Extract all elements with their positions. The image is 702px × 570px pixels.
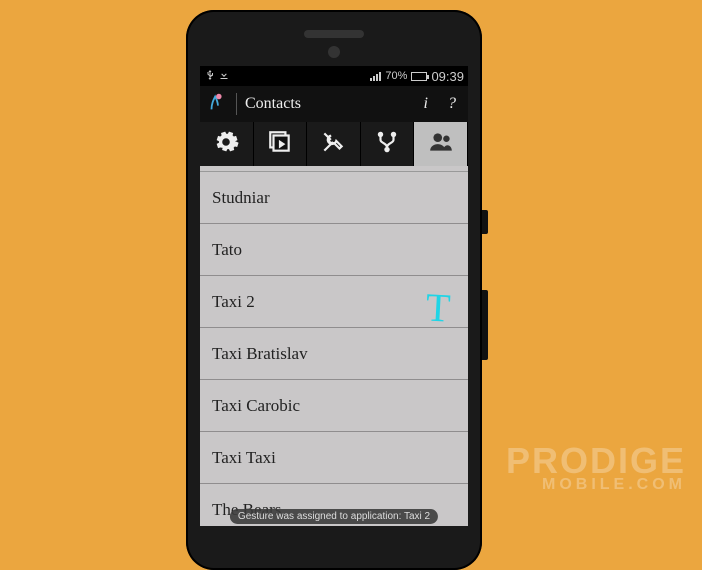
help-button[interactable]: ?: [442, 95, 462, 113]
tab-bar: [200, 122, 468, 166]
contact-name: Taxi Bratislav: [212, 344, 308, 364]
signal-icon: [370, 71, 381, 81]
phone-camera: [328, 46, 340, 58]
app-bar: Contacts i ?: [200, 86, 468, 122]
list-item[interactable]: Taxi 2: [200, 276, 468, 328]
phone-side-button: [482, 210, 488, 234]
list-item[interactable]: Tato: [200, 224, 468, 276]
list-item[interactable]: Studniar: [200, 172, 468, 224]
tab-settings[interactable]: [200, 122, 254, 166]
tab-gestures[interactable]: [361, 122, 415, 166]
info-button[interactable]: i: [418, 95, 434, 113]
branch-icon: [374, 129, 400, 160]
tools-icon: [320, 129, 346, 160]
contact-name: Taxi Carobic: [212, 396, 300, 416]
contact-name: Taxi Taxi: [212, 448, 276, 468]
clock: 09:39: [431, 69, 464, 84]
usb-icon: [204, 69, 216, 84]
watermark-line1: PRODIGE: [506, 445, 686, 477]
phone-frame: 70% 09:39 Contacts i ?: [186, 10, 482, 570]
tab-contacts[interactable]: [414, 122, 468, 166]
contact-name: Studniar: [212, 188, 270, 208]
gesture-hand-icon: [206, 89, 228, 120]
contacts-icon: [428, 129, 454, 160]
list-item[interactable]: Taxi Carobic: [200, 380, 468, 432]
list-item[interactable]: Taxi Taxi: [200, 432, 468, 484]
tab-tools[interactable]: [307, 122, 361, 166]
phone-speaker: [304, 30, 364, 38]
contacts-list[interactable]: Studniar Tato Taxi 2 Taxi Bratislav Taxi…: [200, 166, 468, 526]
toast-message: Gesture was assigned to application: Tax…: [230, 509, 438, 524]
contact-name: Taxi 2: [212, 292, 255, 312]
screen: 70% 09:39 Contacts i ?: [200, 66, 468, 526]
battery-icon: [411, 72, 427, 81]
play-stack-icon: [267, 129, 293, 160]
divider: [236, 93, 237, 115]
download-icon: [218, 69, 230, 84]
list-item[interactable]: Taxi Bratislav: [200, 328, 468, 380]
status-bar: 70% 09:39: [200, 66, 468, 86]
tab-apps[interactable]: [254, 122, 308, 166]
phone-side-button: [482, 290, 488, 360]
contact-name: Tato: [212, 240, 242, 260]
battery-percent: 70%: [385, 70, 407, 82]
page-title: Contacts: [245, 95, 301, 113]
gear-icon: [213, 129, 239, 160]
watermark: PRODIGE MOBILE.COM: [506, 445, 686, 492]
